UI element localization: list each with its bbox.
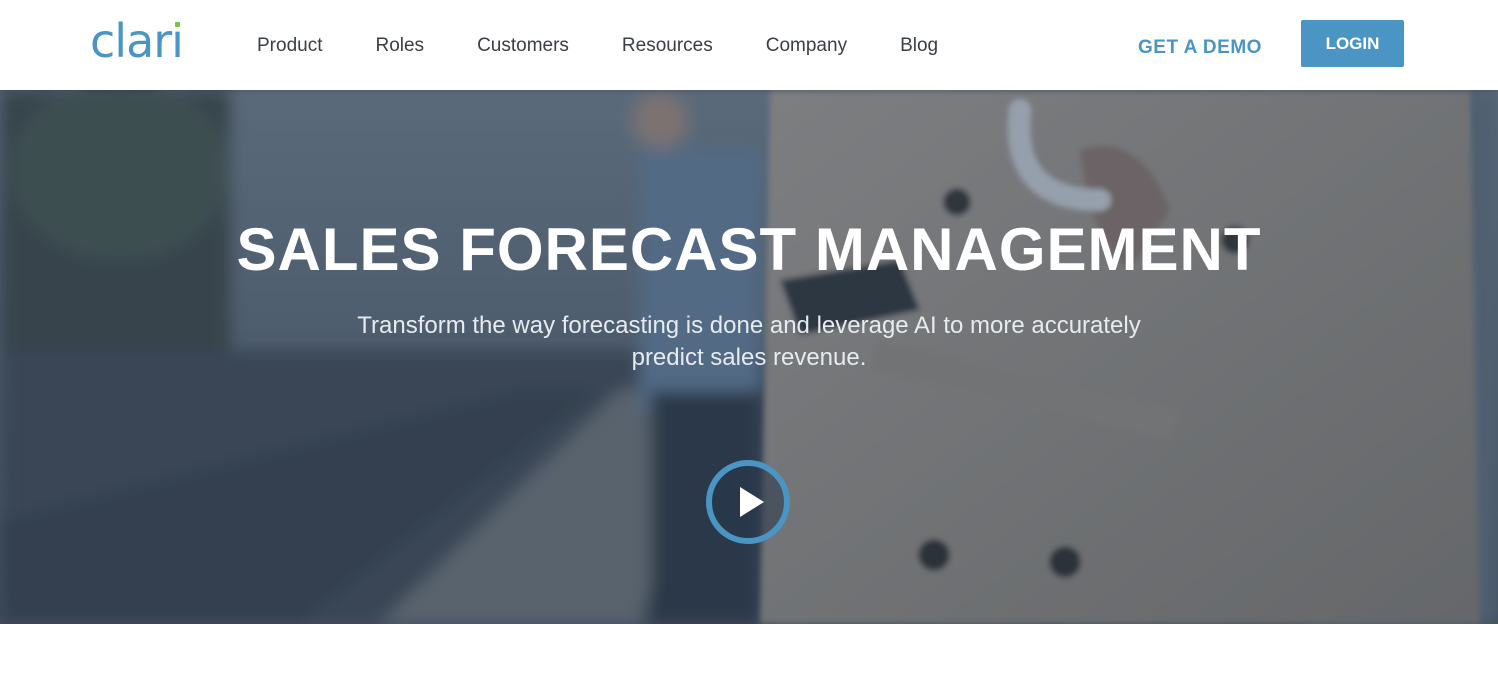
nav-item-roles[interactable]: Roles <box>375 32 424 60</box>
logo-dot <box>175 22 181 27</box>
clari-logo[interactable]: cları <box>90 14 190 68</box>
hero-subtitle: Transform the way forecasting is done an… <box>357 312 1141 371</box>
nav-item-resources[interactable]: Resources <box>622 32 713 60</box>
hero-title: SALES FORECAST MANAGEMENT <box>236 216 1262 283</box>
login-button[interactable]: LOGIN <box>1301 20 1404 67</box>
get-a-demo-link[interactable]: GET A DEMO <box>1138 34 1262 62</box>
play-icon <box>740 487 764 517</box>
logo-text: clar <box>90 14 172 68</box>
hero-section: SALES FORECAST MANAGEMENT Transform the … <box>0 90 1498 624</box>
main-nav: Product Roles Customers Resources Compan… <box>257 32 938 60</box>
logo-i: ı <box>171 14 184 68</box>
nav-item-blog[interactable]: Blog <box>900 32 938 60</box>
site-header: cları Product Roles Customers Resources … <box>0 0 1498 90</box>
nav-item-company[interactable]: Company <box>766 32 847 60</box>
nav-item-product[interactable]: Product <box>257 32 322 60</box>
nav-item-customers[interactable]: Customers <box>477 32 569 60</box>
play-video-button[interactable] <box>706 460 790 544</box>
